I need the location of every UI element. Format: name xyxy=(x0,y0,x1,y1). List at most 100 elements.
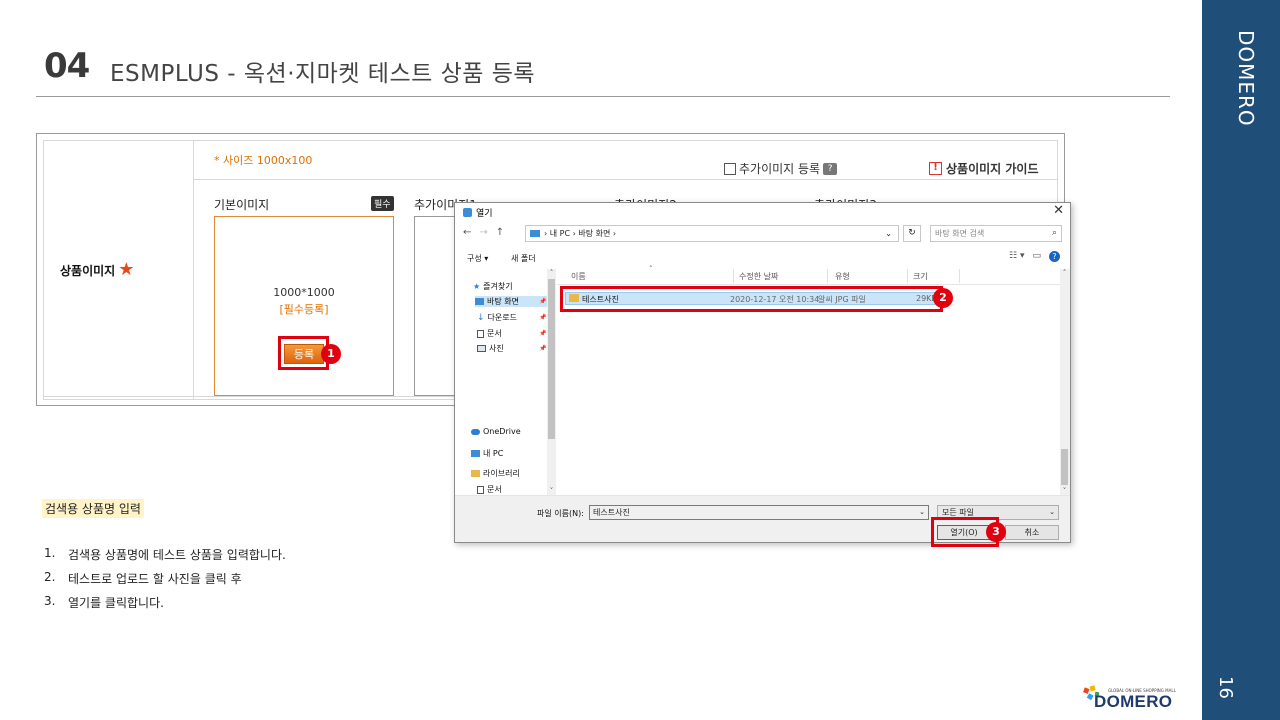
help-icon[interactable]: ? xyxy=(1049,251,1060,262)
column-separator[interactable] xyxy=(733,269,734,283)
slide-title: ESMPLUS - 옥션·지마켓 테스트 상품 등록 xyxy=(110,61,536,87)
tree-item-lib-documents[interactable]: 문서 xyxy=(477,484,502,495)
instruction-item: 3. 열기를 클릭합니다. xyxy=(44,594,286,618)
new-folder-button[interactable]: 새 폴더 xyxy=(511,253,536,264)
forward-arrow-icon[interactable]: → xyxy=(479,227,487,238)
image-dimensions: 1000*1000 xyxy=(273,286,335,299)
scroll-down-icon[interactable]: ˅ xyxy=(547,487,556,495)
filetype-value: 모든 파일 xyxy=(942,508,974,517)
tree-item-favorites[interactable]: ★ 즐겨찾기 xyxy=(473,281,513,292)
warning-icon: ! xyxy=(929,162,942,175)
pin-icon: 📌 xyxy=(539,345,547,352)
step-marker-3: 3 xyxy=(986,522,1006,542)
tree-item-downloads[interactable]: ↓ 다운로드 xyxy=(477,312,517,323)
required-register-note: [필수등록] xyxy=(279,303,329,316)
document-icon xyxy=(477,329,484,338)
column-separator[interactable] xyxy=(907,269,908,283)
row-label-text: 상품이미지 xyxy=(60,263,116,278)
tree-item-label: 즐겨찾기 xyxy=(483,282,513,291)
nav-buttons: ← → ↑ xyxy=(463,227,504,238)
tree-item-label: 라이브러리 xyxy=(483,469,520,478)
search-icon: ⌕ xyxy=(1051,228,1057,238)
instruction-text: 열기를 클릭합니다. xyxy=(68,596,164,610)
cloud-icon xyxy=(471,428,480,435)
section-tag: 검색용 상품명 입력 xyxy=(42,499,144,518)
filename-input[interactable]: 테스트사진 ⌄ xyxy=(589,505,929,520)
instruction-item: 2. 테스트로 업로드 할 사진을 클릭 후 xyxy=(44,570,286,594)
add-image-checkbox-label: 추가이미지 등록 xyxy=(739,162,821,176)
scroll-up-icon[interactable]: ˄ xyxy=(547,269,556,277)
title-divider xyxy=(36,96,1170,97)
computer-icon xyxy=(471,450,480,457)
highlight-step-2 xyxy=(560,286,943,312)
column-header-name[interactable]: 이름 xyxy=(571,271,586,282)
nav-pane-scrollbar[interactable]: ˄ ˅ xyxy=(547,269,556,495)
checkbox-box[interactable] xyxy=(724,162,736,175)
document-icon xyxy=(477,485,484,494)
open-file-dialog: 열기 ✕ ← → ↑ › 내 PC › 바탕 화면 › ⌄ ↻ 바탕 화면 검색… xyxy=(454,202,1071,543)
tree-item-label: 내 PC xyxy=(483,449,504,458)
size-note: * 사이즈 1000x100 xyxy=(214,154,313,167)
cancel-button[interactable]: 취소 xyxy=(1005,525,1059,540)
library-icon xyxy=(471,470,480,477)
required-star-icon: ★ xyxy=(118,259,135,280)
file-list-scrollbar[interactable]: ˄ ˅ xyxy=(1060,269,1070,495)
download-icon: ↓ xyxy=(477,312,485,323)
instruction-text: 검색용 상품명에 테스트 상품을 입력합니다. xyxy=(68,548,286,562)
view-controls: ☷ ▾ ▭ ? xyxy=(1009,251,1060,262)
dialog-title-bar: 열기 xyxy=(463,206,493,219)
view-mode-icon[interactable]: ☷ ▾ xyxy=(1009,251,1024,262)
tree-item-this-pc[interactable]: 내 PC xyxy=(471,448,503,459)
slide-number: 04 xyxy=(44,46,90,86)
page-number: 16 xyxy=(1215,676,1236,699)
instruction-number: 2. xyxy=(44,570,56,584)
refresh-button[interactable]: ↻ xyxy=(903,225,921,242)
star-icon: ★ xyxy=(473,282,481,291)
address-dropdown-icon[interactable]: ⌄ xyxy=(885,226,892,241)
back-arrow-icon[interactable]: ← xyxy=(463,227,471,238)
search-placeholder: 바탕 화면 검색 xyxy=(935,229,985,238)
preview-pane-icon[interactable]: ▭ xyxy=(1032,251,1041,262)
column-header-modified[interactable]: 수정한 날짜 xyxy=(739,271,778,282)
header-divider xyxy=(557,284,1061,285)
tree-item-documents[interactable]: 문서 xyxy=(477,328,502,339)
chevron-down-icon[interactable]: ⌄ xyxy=(1049,506,1055,519)
scroll-down-icon[interactable]: ˅ xyxy=(1060,487,1069,495)
instruction-text: 테스트로 업로드 할 사진을 클릭 후 xyxy=(68,572,242,586)
close-icon[interactable]: ✕ xyxy=(1053,203,1064,218)
tree-item-pictures[interactable]: 사진 xyxy=(477,343,504,354)
sort-arrow-icon: ˄ xyxy=(649,265,653,273)
organize-button[interactable]: 구성 ▾ xyxy=(467,253,488,264)
scrollbar-thumb[interactable] xyxy=(1061,449,1068,485)
tree-item-label: OneDrive xyxy=(483,427,521,436)
column-header-type[interactable]: 유형 xyxy=(835,271,850,282)
esm-form-row-divider xyxy=(194,179,1057,180)
tree-item-label: 사진 xyxy=(489,344,504,353)
tree-item-onedrive[interactable]: OneDrive xyxy=(471,427,521,436)
add-image-checkbox[interactable]: 추가이미지 등록 ? xyxy=(724,160,838,177)
step-marker-1: 1 xyxy=(321,344,341,364)
address-bar[interactable]: › 내 PC › 바탕 화면 › ⌄ xyxy=(525,225,899,242)
search-input[interactable]: 바탕 화면 검색 ⌕ xyxy=(930,225,1062,242)
pin-icon: 📌 xyxy=(539,330,547,337)
instruction-list: 1. 검색용 상품명에 테스트 상품을 입력합니다. 2. 테스트로 업로드 할 사… xyxy=(44,546,286,618)
step-marker-2: 2 xyxy=(933,288,953,308)
column-separator[interactable] xyxy=(959,269,960,283)
tree-item-label: 문서 xyxy=(487,485,502,494)
tree-item-label: 문서 xyxy=(487,329,502,338)
tree-item-libraries[interactable]: 라이브러리 xyxy=(471,468,520,479)
column-header-size[interactable]: 크기 xyxy=(913,271,928,282)
instruction-number: 1. xyxy=(44,546,56,560)
column-separator[interactable] xyxy=(827,269,828,283)
chevron-down-icon[interactable]: ⌄ xyxy=(919,506,925,519)
image-guide-label: 상품이미지 가이드 xyxy=(946,162,1039,176)
scrollbar-thumb[interactable] xyxy=(548,279,555,439)
pin-icon: 📌 xyxy=(539,314,547,321)
image-guide-link[interactable]: ! 상품이미지 가이드 xyxy=(929,160,1039,177)
scroll-up-icon[interactable]: ˄ xyxy=(1060,269,1069,277)
up-arrow-icon[interactable]: ↑ xyxy=(496,227,504,238)
dialog-app-icon xyxy=(463,208,472,217)
product-image-row-label: 상품이미지 ★ xyxy=(60,261,134,279)
help-icon[interactable]: ? xyxy=(823,162,838,175)
tree-item-label: 다운로드 xyxy=(487,313,517,322)
